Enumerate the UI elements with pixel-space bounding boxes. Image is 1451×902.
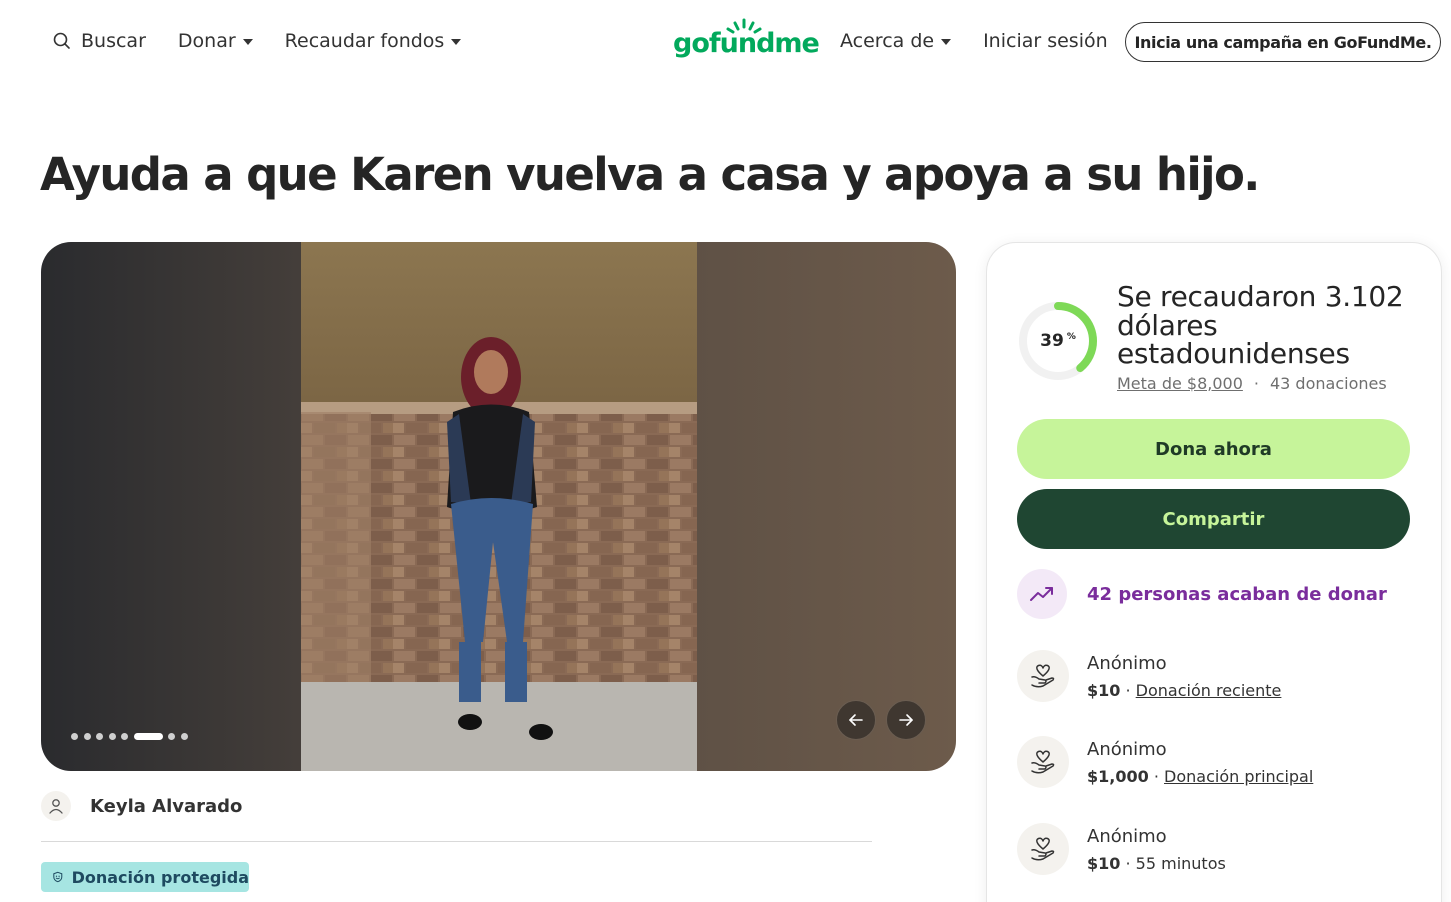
gallery-dot[interactable]: [180, 733, 188, 740]
gallery-dot[interactable]: [71, 733, 78, 740]
logo-text: gofundme: [673, 28, 820, 59]
previous-photo-button[interactable]: [836, 700, 876, 740]
donate-menu-label: Donar: [177, 30, 236, 52]
gallery-dot[interactable]: [83, 733, 91, 740]
protected-donation-label: Donación protegida: [71, 867, 249, 887]
donor-separator: ·: [1148, 767, 1165, 786]
percent-sign: %: [1066, 332, 1076, 342]
organizer-name[interactable]: Keyla Alvarado: [90, 796, 242, 817]
user-icon: [49, 799, 63, 814]
caret-down-icon: [941, 39, 952, 45]
next-photo-button[interactable]: [886, 700, 926, 740]
donor-name: Anónimo: [1087, 739, 1167, 760]
recent-donors-trend[interactable]: 42 personas acaban de donar: [1017, 568, 1387, 620]
campaign-photo: [301, 242, 697, 771]
start-campaign-button[interactable]: Inicia una campaña en GoFundMe.: [1125, 22, 1441, 62]
donor-text: Anónimo $10 · 55 minutos: [1087, 821, 1226, 876]
page-title: Ayuda a que Karen vuelva a casa y apoya …: [40, 148, 1260, 201]
organizer-row: Keyla Alvarado: [41, 790, 242, 822]
protected-donation-badge[interactable]: Donación protegida: [41, 862, 249, 892]
donations-count: 43 donaciones: [1269, 374, 1387, 393]
gallery-dot[interactable]: [108, 733, 116, 740]
donor-meta: $10 · Donación reciente: [1087, 679, 1281, 703]
donor-time: 55 minutos: [1135, 854, 1226, 873]
donor-avatar: [1017, 650, 1069, 702]
fundraise-menu[interactable]: Recaudar fondos: [285, 30, 462, 52]
donor-separator: ·: [1120, 854, 1136, 873]
search-label: Buscar: [81, 30, 146, 52]
donor-item: Anónimo $10 · Donación reciente: [1017, 648, 1281, 703]
start-campaign-label: Inicia una campaña en GoFundMe.: [1134, 32, 1432, 52]
trend-text: 42 personas acaban de donar: [1087, 583, 1387, 605]
signin-label: Iniciar sesión: [983, 30, 1108, 52]
about-menu-label: Acerca de: [840, 30, 935, 52]
donate-now-button[interactable]: Dona ahora: [1017, 419, 1410, 479]
goal-link[interactable]: Meta de $8,000: [1117, 374, 1243, 393]
goal-line: Meta de $8,000 · 43 donaciones: [1117, 374, 1387, 393]
donor-name: Anónimo: [1087, 826, 1167, 847]
arrow-left-icon: [849, 714, 863, 726]
nav-left: Buscar Donar Recaudar fondos: [52, 27, 462, 55]
separator: ·: [1253, 374, 1259, 393]
heart-hand-icon: [1031, 750, 1055, 774]
donor-avatar: [1017, 823, 1069, 875]
share-label: Compartir: [1162, 508, 1265, 530]
donor-separator: ·: [1120, 681, 1136, 700]
fundraise-menu-label: Recaudar fondos: [284, 30, 445, 52]
donor-text: Anónimo $1,000 · Donación principal: [1087, 734, 1313, 789]
shield-icon: [53, 871, 63, 883]
arrow-right-icon: [899, 714, 913, 726]
donor-note-link[interactable]: Donación principal: [1164, 767, 1313, 786]
donor-amount: $1,000: [1087, 767, 1149, 786]
gallery-dot[interactable]: [121, 733, 128, 740]
share-button[interactable]: Compartir: [1017, 489, 1410, 549]
donation-card: 39% Se recaudaron 3.102 dólares estadoun…: [986, 242, 1442, 902]
trend-badge: [1017, 569, 1067, 619]
donor-amount: $10: [1087, 681, 1121, 700]
gallery-dot[interactable]: [133, 733, 163, 740]
gallery-dot[interactable]: [168, 733, 175, 740]
gofundme-logo[interactable]: gofundme: [673, 18, 820, 66]
signin-link[interactable]: Iniciar sesión: [983, 30, 1108, 52]
gallery-pagination: [71, 733, 193, 740]
donor-avatar: [1017, 736, 1069, 788]
avatar: [41, 791, 71, 821]
donate-menu[interactable]: Donar: [178, 30, 253, 52]
donor-note-link[interactable]: Donación reciente: [1136, 681, 1282, 700]
donor-meta: $10 · 55 minutos: [1087, 852, 1226, 876]
progress-percent-value: 39: [1040, 331, 1064, 351]
amount-raised: Se recaudaron 3.102 dólares estadouniden…: [1117, 280, 1404, 370]
donor-item: Anónimo $10 · 55 minutos: [1017, 821, 1226, 876]
progress-percent: 39%: [1017, 300, 1099, 382]
about-menu[interactable]: Acerca de: [840, 30, 952, 52]
donate-now-label: Dona ahora: [1155, 438, 1272, 460]
donor-amount: $10: [1087, 854, 1121, 873]
caret-down-icon: [451, 39, 462, 45]
heart-hand-icon: [1031, 837, 1055, 861]
trend-up-icon: [1030, 587, 1053, 601]
site-header: Buscar Donar Recaudar fondos gofundme Ac…: [0, 0, 1451, 84]
gallery-dot[interactable]: [96, 733, 103, 740]
campaign-gallery[interactable]: [41, 242, 956, 771]
divider: [41, 841, 872, 842]
donor-meta: $1,000 · Donación principal: [1087, 765, 1313, 789]
search-button[interactable]: Buscar: [52, 30, 146, 52]
search-icon: [53, 32, 70, 49]
donor-name: Anónimo: [1087, 653, 1167, 674]
heart-hand-icon: [1031, 664, 1055, 688]
donor-text: Anónimo $10 · Donación reciente: [1087, 648, 1281, 703]
nav-right: Acerca de Iniciar sesión: [840, 27, 1108, 55]
caret-down-icon: [242, 39, 253, 45]
donor-item: Anónimo $1,000 · Donación principal: [1017, 734, 1313, 789]
